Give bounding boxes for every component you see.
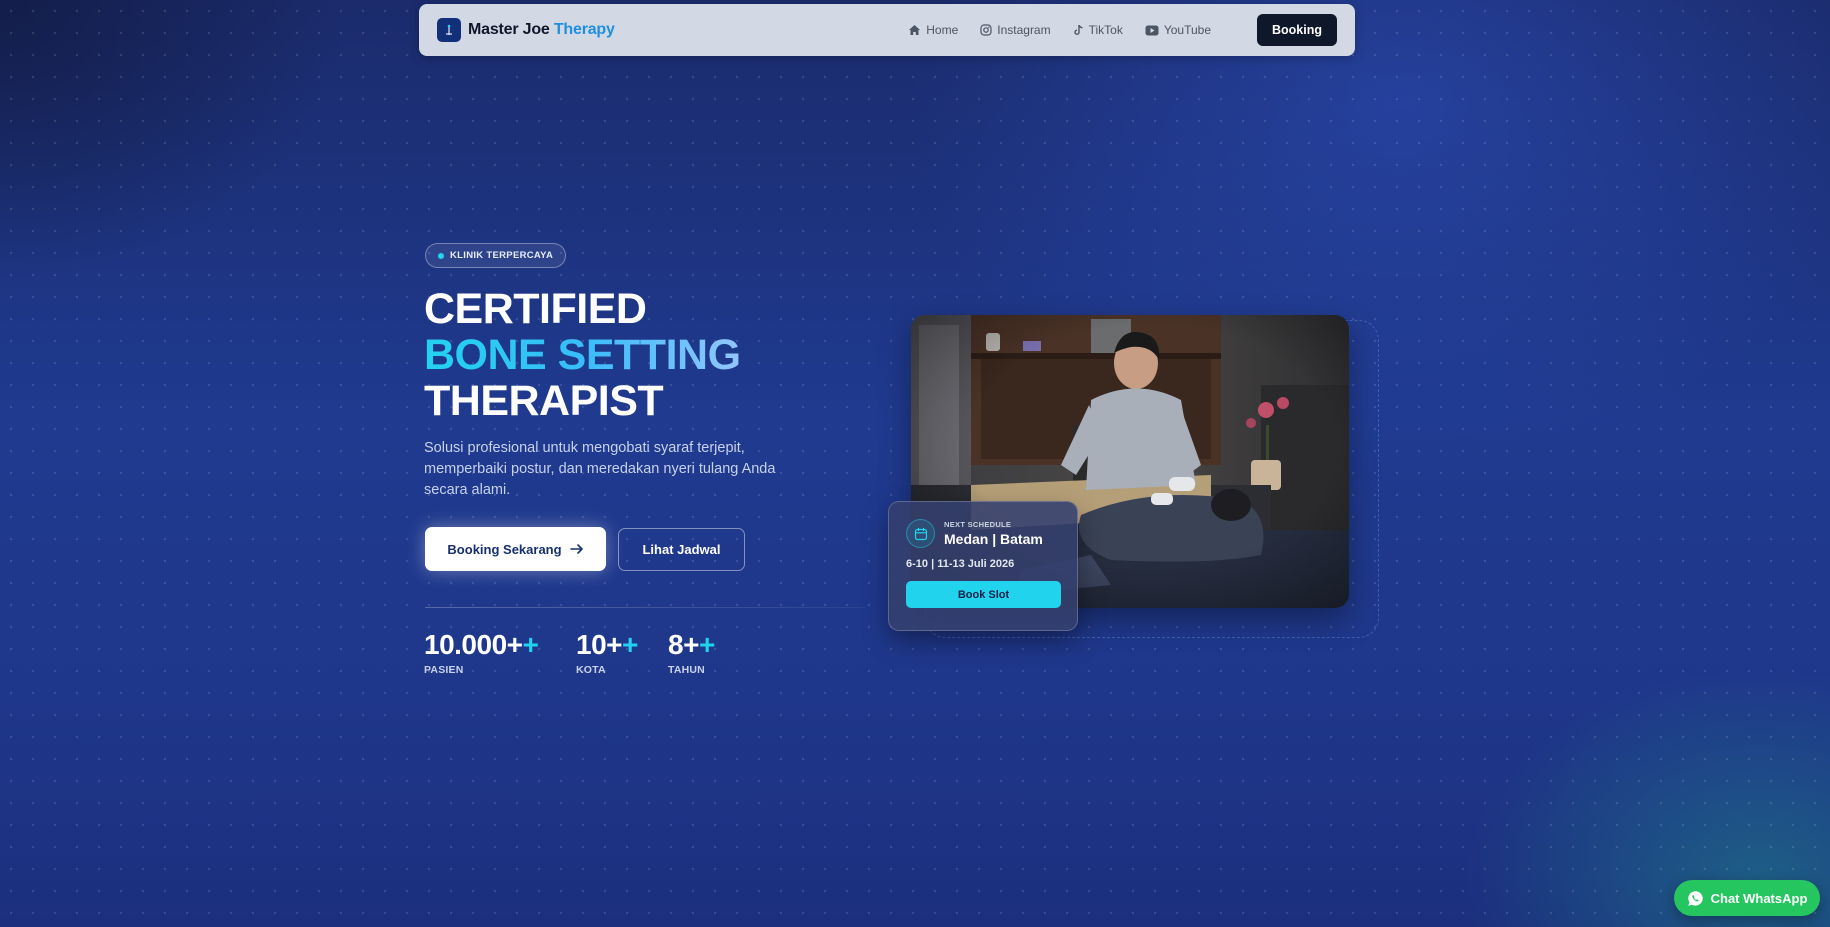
headline-line-2: BONE SETTING bbox=[424, 331, 741, 379]
stat-value: 8++ bbox=[668, 629, 715, 660]
schedule-dates: 6-10 | 11-13 Juli 2026 bbox=[906, 558, 1015, 570]
status-dot-icon bbox=[438, 252, 444, 259]
headline-line-1: CERTIFIED bbox=[424, 285, 647, 333]
nav-link-label: Home bbox=[926, 23, 959, 37]
stat-label: KOTA bbox=[576, 664, 606, 676]
nav-link-label: YouTube bbox=[1163, 23, 1211, 37]
brand-logo-icon bbox=[437, 18, 461, 42]
stat-patients: 10.000++ PASIEN bbox=[424, 628, 539, 676]
trusted-clinic-badge: KLINIK TERPERCAYA bbox=[425, 243, 567, 268]
view-schedule-button[interactable]: Lihat Jadwal bbox=[618, 528, 745, 571]
hero-description: Solusi profesional untuk mengobati syara… bbox=[424, 440, 776, 498]
book-slot-button[interactable]: Book Slot bbox=[906, 581, 1061, 608]
booking-now-label: Booking Sekarang bbox=[447, 541, 562, 557]
hero-divider bbox=[425, 607, 865, 608]
tiktok-icon bbox=[1073, 24, 1083, 35]
nav-links: Home Instagram TikTok YouTube Booking bbox=[908, 14, 1337, 46]
nav-link-youtube[interactable]: YouTube bbox=[1145, 23, 1211, 37]
stat-label: TAHUN bbox=[668, 664, 705, 676]
nav-booking-button[interactable]: Booking bbox=[1257, 14, 1337, 46]
stat-value: 10++ bbox=[576, 629, 638, 660]
schedule-kicker: NEXT SCHEDULE bbox=[944, 520, 1012, 529]
stat-label: PASIEN bbox=[424, 664, 464, 676]
stat-cities: 10++ KOTA bbox=[576, 628, 638, 676]
home-icon bbox=[909, 25, 921, 35]
top-navbar: Master Joe Therapy Home Instagram TikTok… bbox=[419, 4, 1355, 56]
nav-link-label: Instagram bbox=[997, 23, 1051, 37]
arrow-right-icon bbox=[569, 544, 583, 554]
nav-link-label: TikTok bbox=[1088, 23, 1123, 37]
schedule-header: NEXT SCHEDULE Medan | Batam bbox=[906, 519, 1060, 548]
badge-label: KLINIK TERPERCAYA bbox=[450, 250, 554, 261]
next-schedule-card: NEXT SCHEDULE Medan | Batam 6-10 | 11-13… bbox=[888, 501, 1078, 631]
schedule-heading: NEXT SCHEDULE Medan | Batam bbox=[944, 520, 1043, 547]
stat-years: 8++ TAHUN bbox=[668, 628, 715, 676]
calendar-icon bbox=[906, 519, 935, 548]
whatsapp-label: Chat WhatsApp bbox=[1710, 890, 1808, 906]
brand-name: Master Joe Therapy bbox=[468, 21, 615, 38]
schedule-title: Medan | Batam bbox=[944, 531, 1043, 547]
youtube-icon bbox=[1145, 25, 1159, 35]
stat-value: 10.000++ bbox=[424, 629, 539, 660]
whatsapp-icon bbox=[1687, 890, 1703, 906]
nav-link-home[interactable]: Home bbox=[908, 23, 958, 37]
nav-link-instagram[interactable]: Instagram bbox=[980, 23, 1051, 37]
booking-now-button[interactable]: Booking Sekarang bbox=[425, 527, 606, 571]
whatsapp-chat-button[interactable]: Chat WhatsApp bbox=[1674, 880, 1820, 916]
headline-line-3: THERAPIST bbox=[424, 377, 664, 425]
hero-headline: CERTIFIED BONE SETTING THERAPIST bbox=[424, 286, 741, 424]
instagram-icon bbox=[980, 24, 992, 36]
brand[interactable]: Master Joe Therapy bbox=[437, 18, 615, 42]
nav-link-tiktok[interactable]: TikTok bbox=[1073, 23, 1123, 37]
